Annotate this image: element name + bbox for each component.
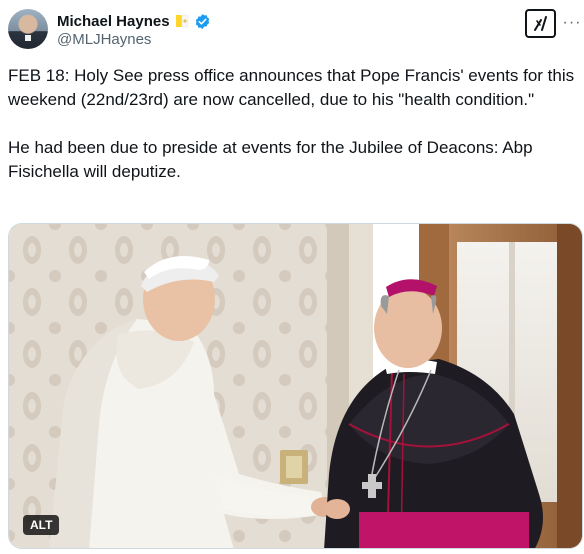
- more-icon: ···: [562, 14, 582, 31]
- tweet-header: Michael Haynes @MLJHaynes ···: [0, 0, 584, 60]
- verified-badge-icon[interactable]: [194, 13, 211, 30]
- author-handle[interactable]: @MLJHaynes: [57, 31, 151, 48]
- more-options-button[interactable]: ···: [562, 12, 582, 34]
- author-name-row: Michael Haynes: [57, 11, 211, 31]
- author-avatar[interactable]: [8, 9, 48, 49]
- author-display-name[interactable]: Michael Haynes: [57, 13, 170, 30]
- tweet-text: FEB 18: Holy See press office announces …: [8, 64, 576, 184]
- avatar-collar: [25, 35, 31, 41]
- grok-icon: [533, 15, 547, 31]
- tweet-paragraph: He had been due to preside at events for…: [8, 138, 538, 181]
- alt-text-badge[interactable]: ALT: [23, 515, 60, 535]
- tweet-photo[interactable]: ALT: [8, 223, 583, 549]
- vatican-flag-icon: [175, 13, 189, 29]
- photo-pope-handshake: [9, 224, 582, 548]
- grok-button[interactable]: [525, 9, 556, 38]
- tweet-paragraph: FEB 18: Holy See press office announces …: [8, 66, 579, 109]
